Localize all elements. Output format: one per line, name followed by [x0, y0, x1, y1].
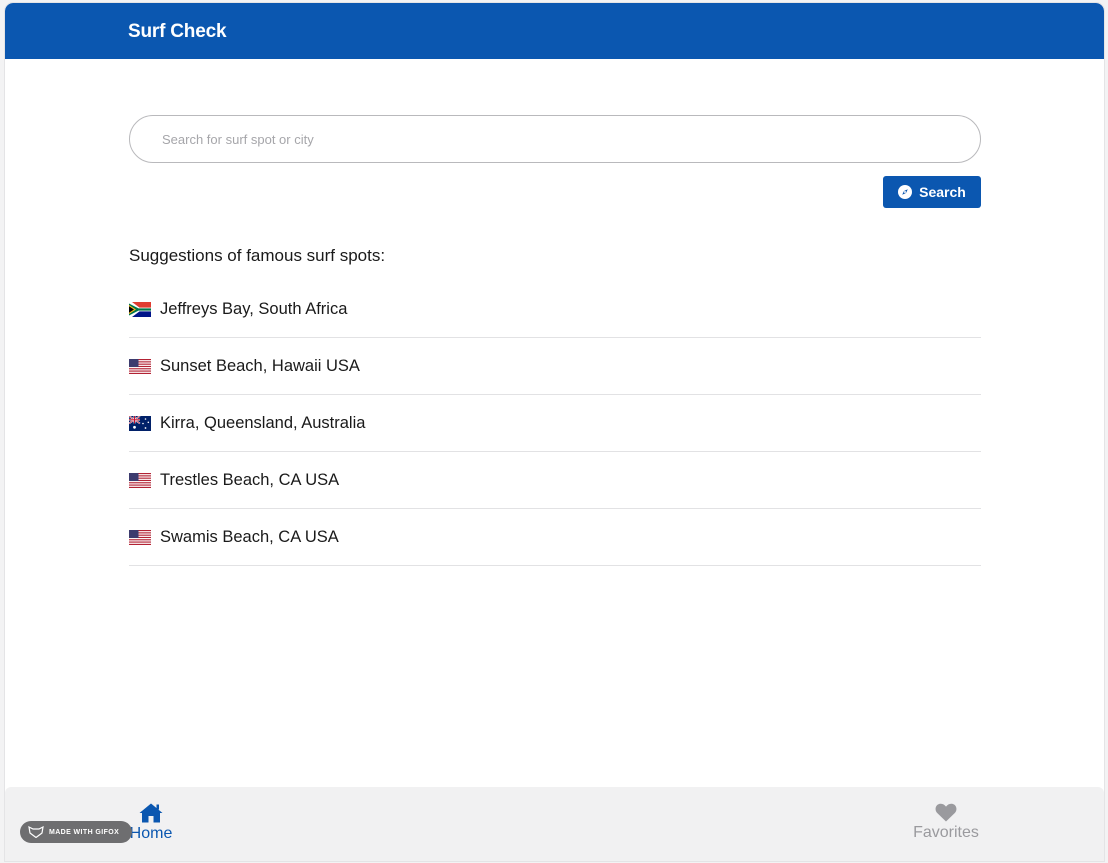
watermark-text: MADE WITH GIFOX [49, 828, 120, 836]
app-header: Surf Check [5, 3, 1104, 59]
south-africa-flag-icon [129, 301, 151, 317]
search-input[interactable] [130, 116, 980, 162]
nav-favorites[interactable]: Favorites [905, 803, 987, 849]
suggestion-item[interactable]: Trestles Beach, CA USA [129, 452, 981, 509]
search-box [129, 115, 981, 163]
suggestion-label: Swamis Beach, CA USA [160, 527, 339, 546]
usa-flag-icon [129, 529, 151, 545]
nav-home-label: Home [129, 825, 173, 842]
gifox-watermark: MADE WITH GIFOX [20, 821, 132, 843]
suggestion-item[interactable]: Swamis Beach, CA USA [129, 509, 981, 566]
app-window: Surf Check Search Suggestions of famous … [5, 3, 1104, 861]
suggestion-item[interactable]: Sunset Beach, Hawaii USA [129, 338, 981, 395]
suggestion-label: Kirra, Queensland, Australia [160, 413, 366, 432]
usa-flag-icon [129, 472, 151, 488]
usa-flag-icon [129, 358, 151, 374]
suggestions-heading: Suggestions of famous surf spots: [129, 246, 386, 265]
suggestion-item[interactable]: Jeffreys Bay, South Africa [129, 281, 981, 338]
suggestion-label: Sunset Beach, Hawaii USA [160, 356, 360, 375]
fox-icon [28, 826, 44, 838]
search-button-label: Search [919, 184, 966, 200]
search-button[interactable]: Search [883, 176, 981, 208]
app-title: Surf Check [128, 21, 227, 42]
suggestion-label: Trestles Beach, CA USA [160, 470, 340, 489]
bottom-nav: Home Favorites [5, 787, 1104, 861]
home-icon [139, 803, 163, 823]
suggestions-list: Jeffreys Bay, South Africa Sunset Beach,… [129, 281, 981, 566]
suggestion-item[interactable]: Kirra, Queensland, Australia [129, 395, 981, 452]
heart-icon [935, 803, 957, 822]
australia-flag-icon [129, 415, 151, 431]
compass-icon [898, 185, 913, 199]
suggestion-label: Jeffreys Bay, South Africa [160, 299, 348, 318]
nav-favorites-label: Favorites [913, 824, 979, 841]
nav-home[interactable]: Home [127, 803, 175, 849]
